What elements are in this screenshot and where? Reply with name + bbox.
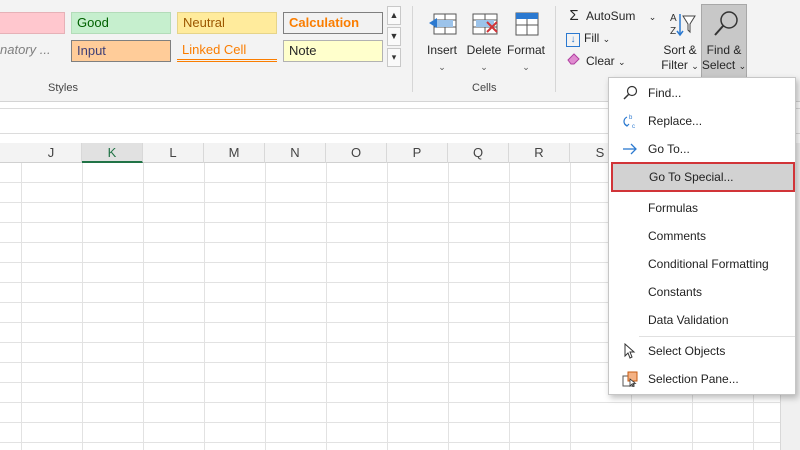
find-select-label: Find & Select ⌄ [701,43,747,72]
delete-cells-icon [472,13,498,35]
grid-column-line [448,163,449,450]
chevron-down-icon: ⌄ [438,62,446,72]
search-icon [623,85,638,100]
fill-down-icon: ↓ [566,33,580,47]
grid-column-line [204,163,205,450]
group-divider [412,6,413,92]
sort-filter-button[interactable]: A Z Sort & Filter ⌄ [657,8,703,78]
column-header-r[interactable]: R [509,143,570,163]
grid-column-line [21,163,22,450]
menu-item-find[interactable]: Find... [610,79,795,107]
column-header-o[interactable]: O [326,143,387,163]
menu-item-constants[interactable]: Constants [610,278,795,306]
grid-column-line [82,163,83,450]
column-header-j[interactable]: J [21,143,82,163]
svg-text:c: c [632,124,635,129]
column-header-m[interactable]: M [204,143,265,163]
chevron-down-icon: ⌄ [648,12,657,22]
fill-label: Fill [584,31,600,45]
grid-row-line [0,442,780,443]
menu-item-go-to[interactable]: Go To... [610,135,795,163]
fill-button[interactable]: ↓ Fill ⌄ [566,28,610,48]
clear-label: Clear [586,54,615,68]
grid-column-line [509,163,510,450]
style-neutral-cell[interactable]: Neutral [177,12,277,34]
find-select-button[interactable]: Find & Select ⌄ [701,4,747,78]
replace-icon: b c [623,115,635,129]
style-linked-cell[interactable]: Linked Cell [177,40,277,62]
column-header-l[interactable]: L [143,143,204,163]
menu-item-formulas[interactable]: Formulas [610,194,795,222]
find-select-menu: Find... b c Replace... Go To... Go To Sp… [608,77,796,395]
column-header-k[interactable]: K [82,143,143,163]
autosum-label: AutoSum [586,9,636,23]
gallery-scroll-down-button[interactable]: ▼ [387,27,401,46]
svg-text:b: b [629,115,633,121]
grid-column-line [387,163,388,450]
selection-pane-icon [622,371,638,387]
format-cells-icon [515,12,539,36]
menu-item-selection-pane[interactable]: Selection Pane... [610,365,795,393]
style-explanatory-cell[interactable]: natory ... [0,40,65,62]
autosum-button[interactable]: Σ AutoSum ⌄ [566,6,656,26]
column-header-q[interactable]: Q [448,143,509,163]
gallery-scroll-up-button[interactable]: ▲ [387,6,401,25]
grid-row-line [0,422,780,423]
svg-text:A: A [670,13,677,24]
format-label: Format [506,43,545,57]
chevron-down-icon: ⌄ [522,62,530,72]
grid-column-line [265,163,266,450]
insert-cells-icon [429,13,457,35]
style-good-cell[interactable]: Good [71,12,171,34]
gallery-more-button[interactable]: ▾ [387,48,401,67]
menu-item-data-validation[interactable]: Data Validation [610,306,795,334]
grid-column-line [326,163,327,450]
menu-item-comments[interactable]: Comments [610,222,795,250]
chevron-down-icon: ⌄ [602,34,611,44]
grid-column-line [143,163,144,450]
autosum-icon: Σ [569,7,579,24]
group-divider [555,6,556,92]
format-button[interactable]: Format ⌄ [503,8,549,78]
search-icon [714,11,738,36]
clear-button[interactable]: Clear ⌄ [566,51,626,71]
sort-filter-icon: A Z [670,13,696,37]
style-note-cell[interactable]: Note [283,40,383,62]
style-calculation-cell[interactable]: Calculation [283,12,383,34]
grid-row-line [0,402,780,403]
cells-group-label: Cells [472,82,497,94]
grid-column-line [570,163,571,450]
arrow-right-icon [623,143,637,155]
style-input-cell[interactable]: Input [71,40,171,62]
style-bad-cell[interactable] [0,12,65,34]
chevron-down-icon: ⌄ [480,62,488,72]
column-header-p[interactable]: P [387,143,448,163]
chevron-down-icon: ⌄ [618,57,626,67]
menu-item-select-objects[interactable]: Select Objects [610,337,795,365]
menu-item-conditional-formatting[interactable]: Conditional Formatting [610,250,795,278]
svg-text:Z: Z [670,26,676,37]
menu-item-go-to-special[interactable]: Go To Special... [611,162,795,192]
eraser-icon [566,51,582,71]
menu-item-replace[interactable]: b c Replace... [610,107,795,135]
pointer-icon [624,343,636,359]
styles-group-label: Styles [48,82,78,94]
column-header-n[interactable]: N [265,143,326,163]
